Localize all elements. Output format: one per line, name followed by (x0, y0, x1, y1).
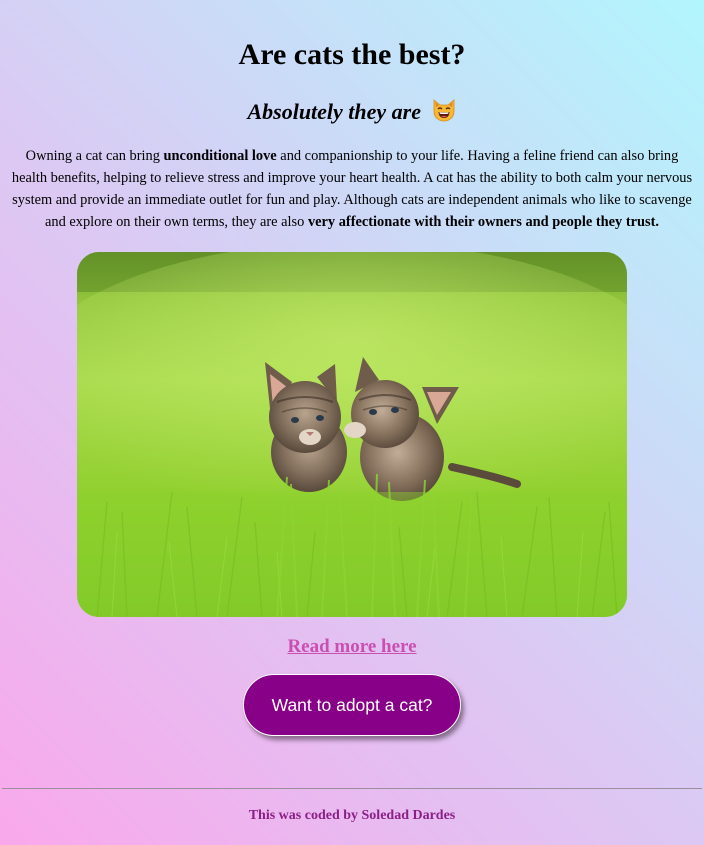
grinning-cat-icon (431, 97, 457, 123)
footer-credit: This was coded by Soledad Dardes (248, 808, 456, 823)
intro-bold-1: unconditional love (163, 148, 277, 164)
page: Are cats the best? Absolutely they are O… (0, 0, 704, 736)
intro-text-1: Owning a cat can bring (25, 148, 164, 164)
kittens-photo (77, 252, 627, 617)
intro-bold-2: very affectionate with their owners and … (307, 214, 659, 230)
adopt-cat-button[interactable]: Want to adopt a cat? (243, 674, 461, 736)
adopt-button-wrapper: Want to adopt a cat? (0, 674, 704, 736)
subtitle-text: Absolutely they are (247, 99, 422, 124)
read-more-link[interactable]: Read more here (287, 636, 416, 658)
page-title: Are cats the best? (238, 38, 466, 71)
intro-paragraph: Owning a cat can bring unconditional lov… (8, 145, 696, 233)
footer-divider (2, 788, 702, 789)
page-subtitle: Absolutely they are (0, 72, 704, 125)
